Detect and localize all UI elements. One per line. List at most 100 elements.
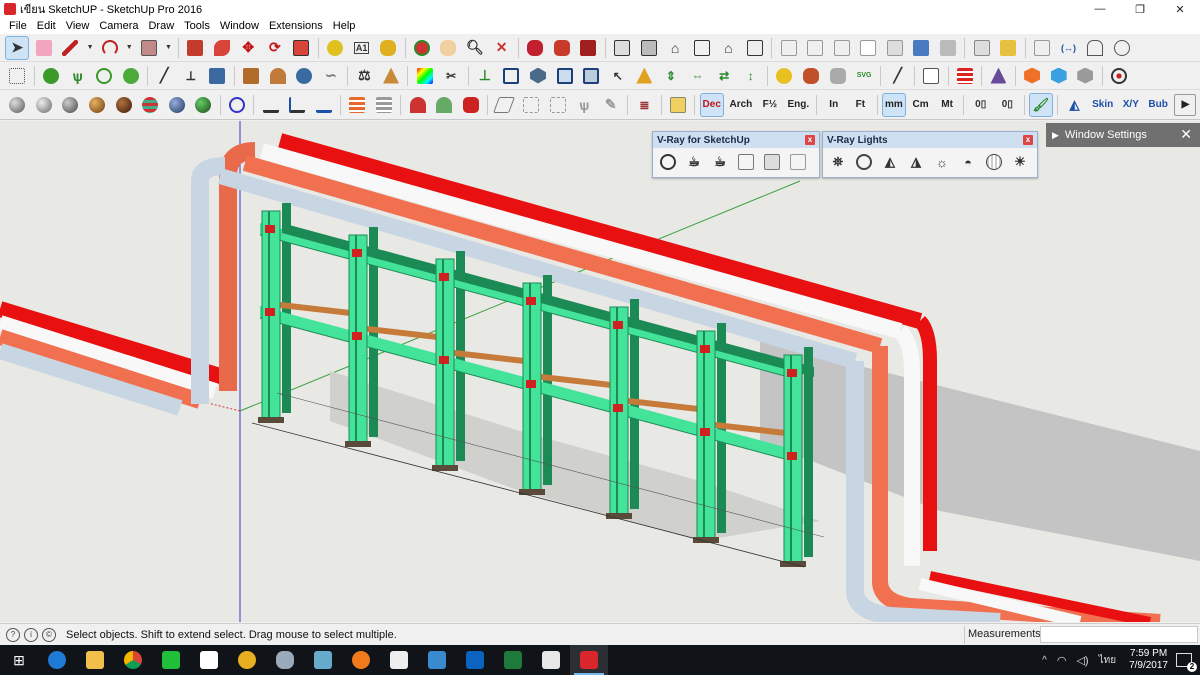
taskbar-app-4[interactable]: [418, 645, 456, 675]
mirror-button[interactable]: ◭: [1064, 94, 1086, 116]
pencil-tool-button[interactable]: ╱: [153, 65, 175, 87]
unit-inch-button[interactable]: In: [823, 94, 845, 116]
monochrome-button[interactable]: [937, 37, 959, 59]
toolbar-overflow-button[interactable]: ▶: [1174, 93, 1197, 116]
menu-view[interactable]: View: [61, 20, 95, 32]
style-sphere-2-button[interactable]: [33, 94, 55, 116]
spot-light-button[interactable]: ◭: [879, 151, 901, 173]
clock[interactable]: 7:59 PM 7/9/2017: [1129, 648, 1168, 672]
style-sphere-5-button[interactable]: [113, 94, 135, 116]
model-viewport[interactable]: [0, 121, 1200, 622]
stairs-button[interactable]: ≣: [633, 94, 655, 116]
front-view-button[interactable]: ⌂: [664, 37, 686, 59]
right-view-button[interactable]: [691, 37, 713, 59]
menu-help[interactable]: Help: [328, 20, 361, 32]
sun-light-button[interactable]: ☀︎: [1009, 151, 1031, 173]
arc-tool-button[interactable]: [99, 37, 121, 59]
cube-gray-button[interactable]: [1074, 65, 1096, 87]
vray-rt-button[interactable]: [761, 151, 783, 173]
pdf-export-button[interactable]: [1031, 37, 1053, 59]
close-button[interactable]: ✕: [1160, 0, 1200, 18]
start-button[interactable]: ⊞: [0, 645, 38, 675]
taskbar-app-1[interactable]: [228, 645, 266, 675]
fill-button[interactable]: [633, 65, 655, 87]
help-icon[interactable]: ?: [6, 627, 20, 642]
vray-lock-button[interactable]: [787, 151, 809, 173]
push-pull-tool-button[interactable]: [184, 37, 206, 59]
target-button[interactable]: [1108, 65, 1130, 87]
restore-button[interactable]: ❐: [1120, 0, 1160, 18]
follow-me-tool-button[interactable]: [211, 37, 233, 59]
section-3-button[interactable]: [547, 94, 569, 116]
scale-tool-button[interactable]: [290, 37, 312, 59]
stretch-h-button[interactable]: ⇔: [687, 65, 709, 87]
component-button[interactable]: [527, 65, 549, 87]
unit-fractional-button[interactable]: F½: [759, 94, 781, 116]
dotted-grid-button[interactable]: [6, 65, 28, 87]
info-icon[interactable]: i: [24, 627, 38, 642]
section-plane-button[interactable]: [1084, 37, 1106, 59]
unit-mt-button[interactable]: Mt: [936, 94, 958, 116]
section-2-button[interactable]: [520, 94, 542, 116]
menu-camera[interactable]: Camera: [94, 20, 143, 32]
cube-orange-button[interactable]: [1021, 65, 1043, 87]
sandbox-button[interactable]: [206, 65, 228, 87]
action-center-icon[interactable]: 2: [1176, 653, 1197, 672]
folder-button[interactable]: [997, 37, 1019, 59]
paint-bucket-button[interactable]: [377, 37, 399, 59]
volume-icon[interactable]: ◁): [1076, 654, 1088, 667]
material-2-button[interactable]: [800, 65, 822, 87]
globe-button[interactable]: [1111, 37, 1133, 59]
align-vertical-button[interactable]: ⊥: [474, 65, 496, 87]
menu-draw[interactable]: Draw: [143, 20, 179, 32]
menu-tools[interactable]: Tools: [179, 20, 215, 32]
taskbar-acrobat[interactable]: [532, 645, 570, 675]
vray-options-button[interactable]: [657, 151, 679, 173]
layers-gray-button[interactable]: [373, 94, 395, 116]
extension-manager-button[interactable]: [577, 37, 599, 59]
top-view-button[interactable]: [638, 37, 660, 59]
tree-1-button[interactable]: [40, 65, 62, 87]
unit-settings-button[interactable]: [667, 94, 689, 116]
style-sphere-3-button[interactable]: [59, 94, 81, 116]
mesh-light-button[interactable]: [983, 151, 1005, 173]
unit-feet-button[interactable]: Ft: [849, 94, 871, 116]
page-button[interactable]: [920, 65, 942, 87]
window-settings-tab[interactable]: ▶ Window Settings ✕: [1046, 123, 1200, 147]
vray-frame-buffer-button[interactable]: [735, 151, 757, 173]
svg-button[interactable]: SVG: [853, 65, 875, 87]
3d-warehouse-button[interactable]: [524, 37, 546, 59]
grid-2-button[interactable]: [554, 65, 576, 87]
dimension-button[interactable]: (↔): [1057, 37, 1079, 59]
cube-blue-button[interactable]: [1048, 65, 1070, 87]
xy-button[interactable]: X/Y: [1120, 94, 1142, 116]
line-dropdown[interactable]: ▼: [86, 37, 94, 59]
hidden-line-button[interactable]: [857, 37, 879, 59]
plant-1-button[interactable]: [407, 94, 429, 116]
measurements-input[interactable]: [1040, 626, 1198, 643]
shape-dropdown[interactable]: ▼: [164, 37, 172, 59]
orbit-button[interactable]: [411, 37, 433, 59]
tree-3-button[interactable]: [120, 65, 142, 87]
unit-cm-button[interactable]: Cm: [910, 94, 932, 116]
rect-light-button[interactable]: ⛯: [827, 151, 849, 173]
vray-panel-close-button[interactable]: x: [805, 135, 815, 145]
rotate-tool-button[interactable]: ⟳: [264, 37, 286, 59]
soften-button[interactable]: [293, 65, 315, 87]
rectangle-tool-button[interactable]: [138, 37, 160, 59]
vray-lights-header[interactable]: V-Ray Lights x: [823, 132, 1037, 148]
extension-warehouse-button[interactable]: [551, 37, 573, 59]
credits-icon[interactable]: ©: [42, 627, 56, 642]
grass-button[interactable]: ѱ: [66, 65, 88, 87]
window-settings-close-button[interactable]: ✕: [1180, 126, 1192, 143]
eraser-2-button[interactable]: [827, 65, 849, 87]
taskbar-store[interactable]: [190, 645, 228, 675]
eraser-tool-button[interactable]: [33, 37, 55, 59]
menu-window[interactable]: Window: [215, 20, 264, 32]
line-2-button[interactable]: ╱: [887, 65, 909, 87]
taskbar-explorer[interactable]: [76, 645, 114, 675]
select-arrow-button[interactable]: ↖: [607, 65, 629, 87]
no-style-button[interactable]: [226, 94, 248, 116]
grass-2-button[interactable]: ѱ: [573, 94, 595, 116]
shaded-button[interactable]: [884, 37, 906, 59]
